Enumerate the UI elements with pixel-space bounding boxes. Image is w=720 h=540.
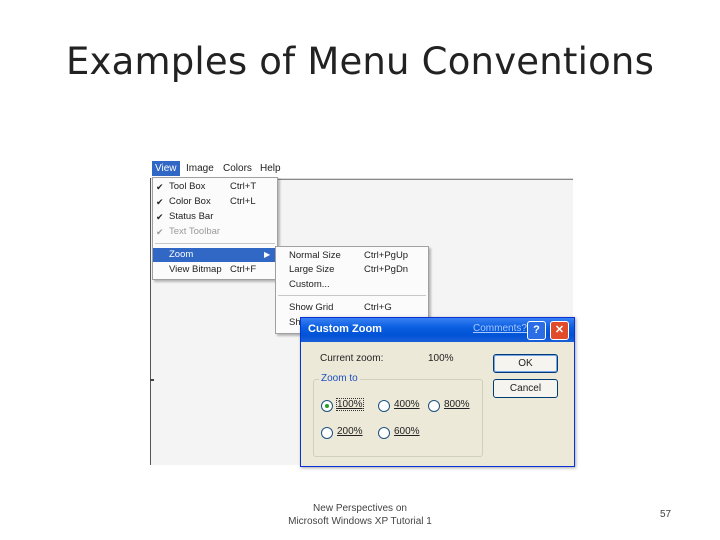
menu-item-label: Color Box	[169, 196, 211, 207]
menu-item-label: Text Toolbar	[169, 226, 221, 237]
check-icon: ✔	[156, 197, 164, 207]
menu-help[interactable]: Help	[257, 161, 284, 176]
check-icon: ✔	[156, 182, 164, 192]
canvas-left-edge	[150, 178, 151, 465]
menu-item-large-size[interactable]: Large Size Ctrl+PgDn	[276, 263, 428, 277]
menu-view[interactable]: View	[152, 161, 180, 176]
menu-image[interactable]: Image	[183, 161, 217, 176]
menu-separator	[155, 243, 275, 244]
menu-item-shortcut: Ctrl+PgDn	[364, 264, 409, 275]
menu-item-label: Normal Size	[289, 250, 341, 261]
menu-item-label: Status Bar	[169, 211, 214, 222]
custom-zoom-dialog: Custom Zoom Comments? ? ✕ Current zoom: …	[300, 317, 575, 467]
close-icon[interactable]: ✕	[550, 321, 569, 340]
check-icon: ✔	[156, 212, 164, 222]
page-number: 57	[660, 509, 672, 520]
menu-item-tool-box[interactable]: ✔ Tool Box Ctrl+T	[153, 180, 277, 194]
menu-item-color-box[interactable]: ✔ Color Box Ctrl+L	[153, 195, 277, 209]
menu-item-shortcut: Ctrl+PgUp	[364, 250, 409, 261]
footer-line-1: New Perspectives on	[313, 503, 407, 514]
slide-footer: New Perspectives on Microsoft Windows XP…	[260, 502, 460, 528]
menu-item-status-bar[interactable]: ✔ Status Bar	[153, 210, 277, 224]
menu-separator	[278, 295, 426, 296]
menu-item-view-bitmap[interactable]: View Bitmap Ctrl+F	[153, 263, 277, 277]
current-zoom-value: 100%	[428, 353, 454, 364]
radio-800[interactable]	[428, 400, 440, 412]
menu-item-label: Custom...	[289, 279, 330, 290]
menu-item-shortcut: Ctrl+T	[230, 181, 257, 192]
check-icon: ✔	[156, 227, 164, 237]
ok-button[interactable]: OK	[493, 354, 558, 373]
footer-line-2: Microsoft Windows XP Tutorial 1	[288, 516, 432, 527]
menu-item-custom[interactable]: Custom...	[276, 278, 428, 292]
submenu-arrow-icon: ▶	[264, 250, 271, 259]
radio-100[interactable]	[321, 400, 333, 412]
radio-600[interactable]	[378, 427, 390, 439]
menu-item-label: Tool Box	[169, 181, 206, 192]
menu-item-label: Large Size	[289, 264, 335, 275]
menu-item-label: Show Grid	[289, 302, 334, 313]
radio-label-100[interactable]: 100%	[336, 398, 364, 411]
radio-200[interactable]	[321, 427, 333, 439]
help-icon[interactable]: ?	[527, 321, 546, 340]
menu-item-normal-size[interactable]: Normal Size Ctrl+PgUp	[276, 249, 428, 263]
menu-item-label: Sh	[289, 317, 301, 328]
zoom-to-group	[313, 379, 483, 457]
menu-item-shortcut: Ctrl+G	[364, 302, 392, 313]
menu-item-shortcut: Ctrl+L	[230, 196, 256, 207]
slide-title: Examples of Menu Conventions	[65, 40, 655, 83]
radio-label-200[interactable]: 200%	[337, 426, 363, 437]
current-zoom-label: Current zoom:	[320, 353, 384, 364]
menu-item-label: Zoom	[169, 249, 194, 260]
menu-bar: View Image Colors Help	[150, 159, 573, 179]
radio-label-400[interactable]: 400%	[394, 399, 420, 410]
radio-label-600[interactable]: 600%	[394, 426, 420, 437]
menu-item-zoom[interactable]: Zoom ▶	[153, 248, 277, 262]
view-menu: ✔ Tool Box Ctrl+T ✔ Color Box Ctrl+L ✔ S…	[152, 177, 278, 280]
menu-item-show-grid[interactable]: Show Grid Ctrl+G	[276, 301, 428, 315]
menu-item-shortcut: Ctrl+F	[230, 264, 257, 275]
dialog-title-bar[interactable]: Custom Zoom Comments? ? ✕	[301, 318, 574, 342]
dialog-title: Custom Zoom	[308, 323, 382, 335]
canvas-top-edge	[275, 179, 573, 180]
radio-label-800[interactable]: 800%	[444, 399, 470, 410]
group-label: Zoom to	[319, 373, 360, 384]
menu-item-text-toolbar: ✔ Text Toolbar	[153, 225, 277, 239]
cancel-button[interactable]: Cancel	[493, 379, 558, 398]
comments-link[interactable]: Comments?	[473, 323, 527, 334]
menu-item-label: View Bitmap	[169, 264, 222, 275]
menu-colors[interactable]: Colors	[220, 161, 255, 176]
radio-400[interactable]	[378, 400, 390, 412]
canvas-resize-handle[interactable]	[150, 379, 154, 381]
